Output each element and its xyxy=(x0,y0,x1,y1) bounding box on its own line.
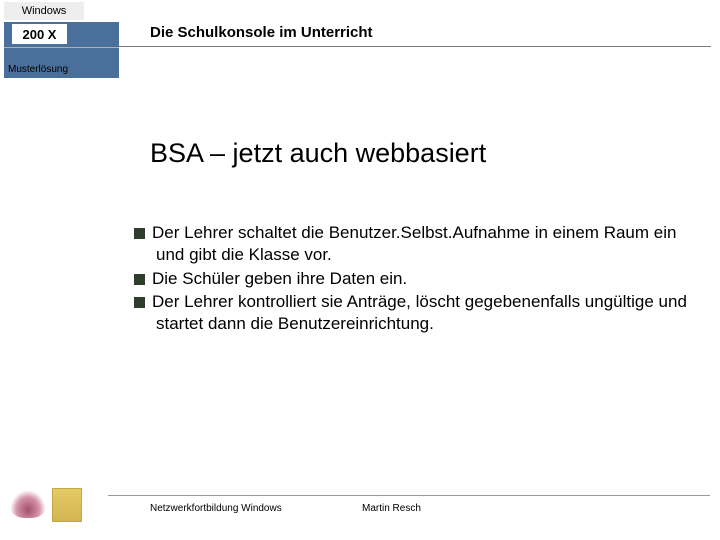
footer-rule xyxy=(108,495,710,496)
bullet-square-icon xyxy=(134,228,145,239)
slide-title: BSA – jetzt auch webbasiert xyxy=(150,138,486,169)
bullet-text: Die Schüler geben ihre Daten ein. xyxy=(152,269,407,288)
footer-left-text: Netzwerkfortbildung Windows xyxy=(150,503,282,514)
bullet-item: Der Lehrer kontrolliert sie Anträge, lös… xyxy=(134,291,694,335)
footer-right-text: Martin Resch xyxy=(362,503,421,514)
header-windows-text: Windows xyxy=(22,5,67,17)
bullet-text: Der Lehrer schaltet die Benutzer.Selbst.… xyxy=(152,223,676,264)
header-title: Die Schulkonsole im Unterricht xyxy=(150,24,373,41)
header-version-text: 200 X xyxy=(23,27,57,42)
header-underline xyxy=(119,46,711,47)
bullet-text: Der Lehrer kontrolliert sie Anträge, lös… xyxy=(152,292,687,333)
bullet-item: Die Schüler geben ihre Daten ein. xyxy=(134,268,694,290)
bullet-square-icon xyxy=(134,274,145,285)
logo-crest-icon xyxy=(52,488,82,522)
bullet-item: Der Lehrer schaltet die Benutzer.Selbst.… xyxy=(134,222,694,266)
bullet-list: Der Lehrer schaltet die Benutzer.Selbst.… xyxy=(134,222,694,337)
header-subtitle-text: Musterlösung xyxy=(8,64,68,75)
logo-left-icon xyxy=(10,490,46,518)
header-windows-box: Windows xyxy=(4,2,84,20)
slide: Windows 200 X Die Schulkonsole im Unterr… xyxy=(0,0,720,540)
header-version-box: 200 X xyxy=(12,24,67,44)
bullet-square-icon xyxy=(134,297,145,308)
